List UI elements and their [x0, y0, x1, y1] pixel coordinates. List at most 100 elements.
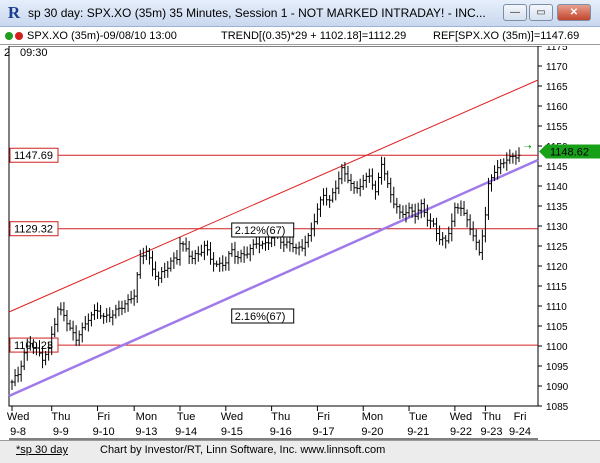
price-bar [221, 255, 225, 272]
price-bar [407, 202, 411, 218]
credit-text: Chart by Investor/RT, Linn Software, Inc… [100, 444, 386, 456]
price-bar [114, 304, 118, 319]
price-bar [291, 236, 295, 253]
price-bar [453, 202, 457, 227]
chart-info-bar: SPX.XO (35m)-09/08/10 13:00 TREND[(0.35)… [0, 28, 600, 45]
price-bar [230, 242, 234, 257]
price-bar [65, 310, 69, 332]
price-bar [202, 240, 206, 261]
price-bar [337, 171, 341, 195]
price-bar [144, 245, 148, 261]
price-bar [108, 307, 112, 323]
close-button[interactable]: ✕ [557, 4, 591, 21]
price-bar [248, 244, 252, 262]
price-bar [352, 181, 356, 194]
time-axis: Wed 9-8 Thu 9-9 Fri 9-10 Mon 9-13 Tue 9-14 Wed 9-15… [7, 406, 538, 440]
price-bar [44, 351, 48, 366]
y-tick-label: 1085 [546, 402, 569, 413]
price-bar [456, 203, 460, 214]
investor-rt-app-icon[interactable]: R [4, 3, 24, 23]
price-bar [358, 178, 362, 197]
price-bar [123, 299, 127, 313]
price-bar [16, 366, 20, 383]
price-bar [77, 330, 81, 346]
y-tick-label: 1110 [546, 302, 567, 313]
y-tick-label: 1165 [546, 82, 568, 93]
price-bar [218, 257, 222, 272]
price-bar [257, 236, 261, 254]
price-bar [431, 218, 435, 228]
price-bar [450, 213, 454, 242]
maximize-button[interactable]: ▭ [529, 4, 553, 21]
price-bar [184, 237, 188, 252]
price-bar [486, 177, 490, 220]
price-bar [367, 168, 371, 183]
price-bar [480, 229, 484, 261]
status-red-icon[interactable] [15, 32, 23, 40]
price-bar [120, 300, 124, 316]
y-tick-label: 1095 [546, 362, 569, 373]
price-bar [196, 246, 200, 262]
price-bar [239, 249, 243, 263]
price-bar [227, 250, 231, 271]
price-chart[interactable]: 2 09:30 1147.691129.321100.23 2.12%(67)2… [0, 46, 600, 440]
price-bar [377, 172, 381, 196]
last-price-label: 1148.62 [550, 147, 589, 159]
window-title: sp 30 day: SPX.XO (35m) 35 Minutes, Sess… [28, 6, 486, 20]
y-tick-label: 1170 [546, 62, 568, 73]
minimize-button[interactable]: — [503, 4, 527, 21]
price-bar [435, 217, 439, 242]
price-bar [459, 200, 463, 217]
price-bar [416, 202, 420, 220]
price-bar [419, 199, 423, 219]
price-bar [132, 289, 136, 306]
price-bar [517, 147, 521, 163]
price-bar [215, 260, 219, 268]
price-bar [251, 239, 255, 256]
price-bar [224, 256, 228, 271]
x-date-label: 9-13 [135, 426, 157, 438]
price-bar [264, 236, 267, 251]
price-bar [383, 157, 387, 181]
x-day-label: Fri [514, 411, 527, 423]
y-tick-label: 1105 [546, 322, 568, 333]
price-bar [135, 271, 139, 304]
x-date-label: 9-24 [509, 426, 531, 438]
price-bar [96, 302, 100, 319]
price-bar [53, 317, 57, 338]
price-bar [483, 206, 487, 243]
price-axis: 1085 1090 1095 1100 1105 1110 1115 1120 1125 1130… [524, 46, 600, 413]
price-bar [297, 241, 301, 256]
x-date-label: 9-10 [93, 426, 115, 438]
x-date-label: 9-23 [480, 426, 502, 438]
price-bar [441, 231, 445, 246]
price-bar [80, 322, 84, 343]
x-day-label: Wed [450, 411, 472, 423]
price-bar [99, 304, 103, 320]
price-bar [361, 174, 365, 190]
price-bar [111, 309, 115, 326]
price-bar [160, 267, 164, 283]
reference-label: 1147.69 [14, 150, 53, 162]
y-tick-label: 1135 [546, 202, 568, 213]
price-bar [150, 250, 154, 277]
price-bar [172, 252, 176, 269]
price-bar [370, 168, 374, 190]
chart-page-tab[interactable]: *sp 30 day [16, 444, 68, 456]
price-bar [395, 197, 399, 214]
x-day-label: Thu [482, 411, 501, 423]
price-bar [56, 306, 60, 333]
price-bar [285, 237, 289, 249]
price-bar [380, 156, 384, 185]
price-bar [68, 319, 72, 331]
price-bar [154, 261, 158, 281]
price-bar [511, 152, 515, 164]
price-bar [300, 239, 304, 252]
y-tick-label: 1115 [546, 282, 567, 293]
price-bar [19, 360, 23, 382]
status-green-icon[interactable] [5, 32, 13, 40]
price-bar [205, 240, 209, 256]
trend-info: TREND[(0.35)*29 + 1102.18]=1112.29 [221, 30, 407, 42]
price-bar [312, 213, 316, 237]
x-day-label: Wed [7, 411, 29, 423]
